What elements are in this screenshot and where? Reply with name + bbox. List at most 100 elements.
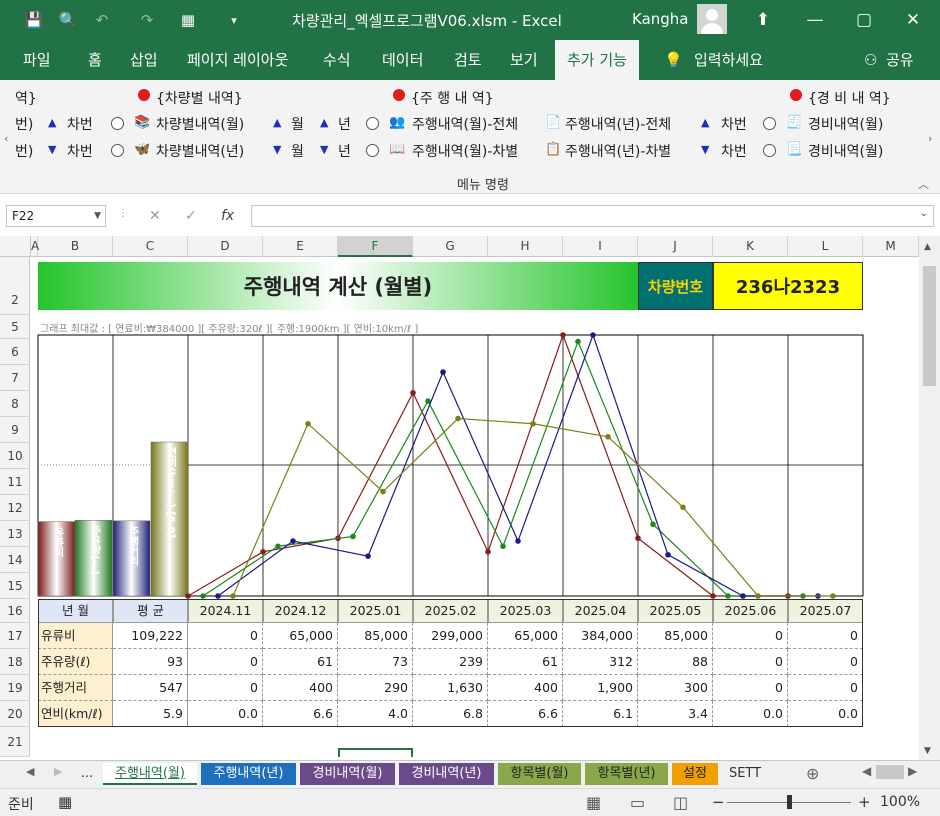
table-header-cell[interactable]: 2024.11 bbox=[188, 599, 263, 623]
table-header-cell[interactable]: 2024.12 bbox=[263, 599, 338, 623]
year-label[interactable]: 년 bbox=[338, 114, 351, 134]
tab-view[interactable]: 보기 bbox=[508, 40, 540, 80]
scroll-left-icon[interactable]: ‹ bbox=[4, 132, 8, 145]
minimize-button[interactable]: — bbox=[800, 6, 830, 34]
h-scroll-thumb[interactable] bbox=[876, 765, 904, 779]
table-cell[interactable]: 0 bbox=[188, 649, 263, 675]
form-icon[interactable]: ▦ bbox=[176, 8, 200, 32]
car-no-label[interactable]: 차번 bbox=[721, 114, 747, 134]
sheet-tab-more[interactable]: ... bbox=[74, 763, 100, 785]
close-button[interactable]: ✕ bbox=[898, 6, 928, 34]
column-header-m[interactable]: M bbox=[863, 236, 919, 257]
formula-input[interactable]: ⌄ bbox=[251, 205, 934, 227]
name-box[interactable]: F22 ▼ bbox=[6, 205, 106, 227]
table-cell[interactable]: 85,000 bbox=[638, 623, 713, 649]
sort-up-icon[interactable]: ▲ bbox=[320, 116, 328, 129]
person-icon[interactable]: ⚇ bbox=[862, 40, 879, 80]
collapse-ribbon-icon[interactable]: ︿ bbox=[918, 176, 929, 192]
table-cell[interactable]: 547 bbox=[113, 675, 188, 701]
table-cell[interactable]: 299,000 bbox=[413, 623, 488, 649]
table-cell[interactable]: 0 bbox=[788, 649, 863, 675]
page-break-icon[interactable]: ◫ bbox=[673, 793, 688, 812]
table-cell[interactable]: 6.8 bbox=[413, 701, 488, 727]
sort-down-icon[interactable]: ▼ bbox=[701, 143, 709, 156]
expense-month-button[interactable]: 경비내역(월) bbox=[808, 114, 883, 134]
add-sheet-icon[interactable]: ⊕ bbox=[806, 764, 819, 783]
tab-page-layout[interactable]: 페이지 레이아웃 bbox=[185, 40, 290, 80]
worksheet[interactable]: 주행내역 계산 (월별) 차량번호 236나2323 그래프 최대값 : [ 연… bbox=[31, 257, 919, 757]
redo-icon[interactable]: ↷ bbox=[135, 8, 159, 32]
table-cell[interactable]: 1,900 bbox=[563, 675, 638, 701]
macro-record-icon[interactable]: ▦ bbox=[58, 793, 72, 811]
table-cell[interactable]: 0.0 bbox=[788, 701, 863, 727]
sort-up-icon[interactable]: ▲ bbox=[48, 116, 56, 129]
sheet-tab-item-year[interactable]: 항목별(년) bbox=[585, 763, 668, 785]
h-scroll-right-icon[interactable]: ▶ bbox=[908, 764, 917, 778]
table-row-label[interactable]: 주유량(ℓ) bbox=[38, 649, 113, 675]
row-header[interactable]: 17 bbox=[0, 623, 30, 649]
row-header[interactable]: 11 bbox=[0, 469, 30, 495]
scroll-thumb[interactable] bbox=[923, 266, 936, 386]
table-cell[interactable]: 5.9 bbox=[113, 701, 188, 727]
sheet-tab-driving-month[interactable]: 주행내역(월) bbox=[103, 763, 197, 785]
radio-vehicle-year[interactable] bbox=[111, 144, 124, 157]
table-cell[interactable]: 290 bbox=[338, 675, 413, 701]
sheet-tab-sett[interactable]: SETT bbox=[722, 763, 768, 785]
column-header-b[interactable]: B bbox=[38, 236, 113, 257]
table-header-cell[interactable]: 2025.05 bbox=[638, 599, 713, 623]
row-header[interactable]: 5 bbox=[0, 315, 30, 339]
restore-button[interactable]: ▢ bbox=[849, 6, 879, 34]
table-cell[interactable]: 0 bbox=[788, 675, 863, 701]
table-cell[interactable]: 0.0 bbox=[188, 701, 263, 727]
enter-icon[interactable]: ✓ bbox=[185, 208, 197, 224]
table-header-cell[interactable]: 2025.02 bbox=[413, 599, 488, 623]
table-cell[interactable]: 73 bbox=[338, 649, 413, 675]
month-label[interactable]: 월 bbox=[291, 141, 304, 161]
driving-month-car-button[interactable]: 주행내역(월)-차별 bbox=[412, 141, 518, 161]
normal-view-icon[interactable]: ▦ bbox=[586, 793, 601, 812]
driving-month-all-button[interactable]: 주행내역(월)-전체 bbox=[412, 114, 518, 134]
chevron-down-icon[interactable]: ▼ bbox=[94, 206, 101, 226]
driving-year-car-button[interactable]: 주행내역(년)-차별 bbox=[565, 141, 671, 161]
next-sheet-icon[interactable]: ▶ bbox=[54, 765, 62, 778]
table-row-label[interactable]: 주행거리 bbox=[38, 675, 113, 701]
table-cell[interactable]: 0 bbox=[188, 675, 263, 701]
row-header[interactable]: 21 bbox=[0, 727, 30, 757]
column-header-g[interactable]: G bbox=[413, 236, 488, 257]
undo-icon[interactable]: ↶ bbox=[90, 8, 114, 32]
sort-up-icon[interactable]: ▲ bbox=[273, 116, 281, 129]
tab-file[interactable]: 파일 bbox=[21, 40, 53, 80]
table-cell[interactable]: 88 bbox=[638, 649, 713, 675]
table-cell[interactable]: 0 bbox=[788, 623, 863, 649]
sheet-tab-settings[interactable]: 설정 bbox=[672, 763, 718, 785]
sheet-tab-expense-year[interactable]: 경비내역(년) bbox=[399, 763, 494, 785]
table-cell[interactable]: 384,000 bbox=[563, 623, 638, 649]
tab-formulas[interactable]: 수식 bbox=[321, 40, 353, 80]
zoom-slider-thumb[interactable] bbox=[787, 795, 792, 809]
table-header-cell[interactable]: 2025.03 bbox=[488, 599, 563, 623]
vertical-scrollbar[interactable]: ▲ ▼ bbox=[919, 236, 940, 760]
radio-expense-month-2[interactable] bbox=[763, 144, 776, 157]
sheet-tab-expense-month[interactable]: 경비내역(월) bbox=[300, 763, 395, 785]
chevron-down-icon[interactable]: ⌄ bbox=[920, 208, 928, 219]
sheet-tab-item-month[interactable]: 항목별(월) bbox=[498, 763, 581, 785]
table-cell[interactable]: 93 bbox=[113, 649, 188, 675]
column-header-c[interactable]: C bbox=[113, 236, 188, 257]
table-cell[interactable]: 0.0 bbox=[713, 701, 788, 727]
h-scroll-left-icon[interactable]: ◀ bbox=[862, 764, 871, 778]
row-header[interactable]: 15 bbox=[0, 573, 30, 599]
row-header[interactable]: 6 bbox=[0, 339, 30, 365]
column-header-h[interactable]: H bbox=[488, 236, 563, 257]
radio-driving-month-all[interactable] bbox=[366, 117, 379, 130]
table-cell[interactable]: 1,630 bbox=[413, 675, 488, 701]
column-header-e[interactable]: E bbox=[263, 236, 338, 257]
row-header[interactable]: 8 bbox=[0, 391, 30, 417]
table-cell[interactable]: 65,000 bbox=[263, 623, 338, 649]
sort-down-icon[interactable]: ▼ bbox=[273, 143, 281, 156]
row-header[interactable]: 10 bbox=[0, 443, 30, 469]
table-row-label[interactable]: 연비(km/ℓ) bbox=[38, 701, 113, 727]
table-cell[interactable]: 6.6 bbox=[263, 701, 338, 727]
share-button[interactable]: 공유 bbox=[884, 40, 916, 80]
table-header-cell[interactable]: 2025.07 bbox=[788, 599, 863, 623]
table-header-cell[interactable]: 년 월 bbox=[38, 599, 113, 623]
